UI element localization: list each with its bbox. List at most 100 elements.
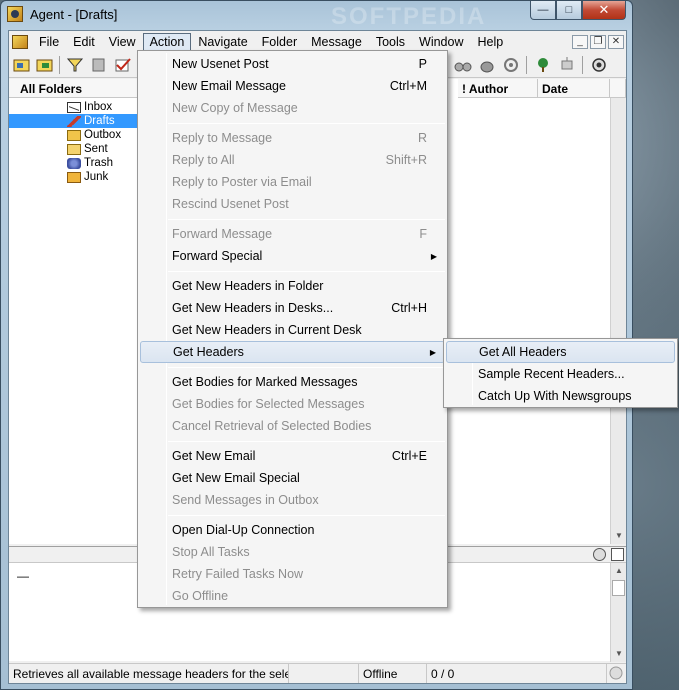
- watermark: SOFTPEDIA: [331, 3, 487, 30]
- settings-icon[interactable]: [589, 55, 609, 75]
- folder-drafts[interactable]: Drafts: [9, 114, 139, 128]
- folder-outbox[interactable]: Outbox: [67, 128, 121, 142]
- outbox-icon: [67, 129, 81, 141]
- minimize-button[interactable]: —: [530, 1, 556, 20]
- folder-pane: All Folders Inbox Drafts Outbox Sent Tra…: [9, 79, 139, 544]
- status-spacer: [289, 664, 359, 683]
- message-list-scrollbar[interactable]: ▼: [610, 98, 626, 544]
- preview-scrollbar[interactable]: ▲ ▼: [610, 563, 626, 662]
- menu-reply-to-poster[interactable]: Reply to Poster via Email: [140, 171, 445, 193]
- scroll-down-icon[interactable]: ▼: [611, 646, 627, 662]
- folder-label: Inbox: [84, 101, 113, 113]
- folder-pane-icon[interactable]: [12, 55, 32, 75]
- menu-new-email-message[interactable]: New Email Message Ctrl+M: [140, 75, 445, 97]
- menu-sample-recent-headers[interactable]: Sample Recent Headers...: [446, 363, 675, 385]
- folder-sent[interactable]: Sent: [67, 142, 108, 156]
- menu-get-new-email-special[interactable]: Get New Email Special: [140, 467, 445, 489]
- folder-pane-header: All Folders: [9, 79, 138, 98]
- menu-go-offline[interactable]: Go Offline: [140, 585, 445, 607]
- title-bar[interactable]: Agent - [Drafts] SOFTPEDIA — □ ✕: [1, 1, 632, 30]
- resize-grip-icon[interactable]: [607, 664, 626, 683]
- agent-app-icon[interactable]: [7, 6, 23, 22]
- menu-retry-failed-tasks[interactable]: Retry Failed Tasks Now: [140, 563, 445, 585]
- menu-stop-all-tasks[interactable]: Stop All Tasks: [140, 541, 445, 563]
- bag-icon[interactable]: [477, 55, 497, 75]
- menu-new-usenet-post[interactable]: New Usenet Post P: [140, 53, 445, 75]
- binoculars-icon[interactable]: [453, 55, 473, 75]
- menu-forward-message[interactable]: Forward Message F: [140, 223, 445, 245]
- menu-new-copy-of-message[interactable]: New Copy of Message: [140, 97, 445, 119]
- desk-icon[interactable]: [35, 55, 55, 75]
- menu-open-dialup[interactable]: Open Dial-Up Connection: [140, 519, 445, 541]
- folder-label: Outbox: [84, 129, 122, 141]
- folder-label: Sent: [84, 143, 108, 155]
- window-title: Agent - [Drafts]: [30, 7, 118, 22]
- coil-icon[interactable]: [501, 55, 521, 75]
- column-date[interactable]: Date: [538, 79, 610, 98]
- menu-cancel-retrieval[interactable]: Cancel Retrieval of Selected Bodies: [140, 415, 445, 437]
- menu-view[interactable]: View: [102, 33, 143, 51]
- filter-icon[interactable]: [65, 55, 85, 75]
- tree-icon[interactable]: [533, 55, 553, 75]
- menu-get-new-email[interactable]: Get New Email Ctrl+E: [140, 445, 445, 467]
- menu-get-bodies-selected[interactable]: Get Bodies for Selected Messages: [140, 393, 445, 415]
- menu-window[interactable]: Window: [412, 33, 470, 51]
- menu-get-all-headers[interactable]: Get All Headers: [446, 341, 675, 363]
- scroll-down-icon[interactable]: ▼: [611, 528, 627, 544]
- column-chooser-button[interactable]: [610, 79, 626, 98]
- folder-trash[interactable]: Trash: [67, 156, 113, 170]
- mdi-restore-button[interactable]: ❐: [590, 34, 606, 49]
- menu-get-headers[interactable]: Get Headers ▶: [140, 341, 445, 363]
- menu-rescind-usenet-post[interactable]: Rescind Usenet Post: [140, 193, 445, 215]
- menu-reply-to-message[interactable]: Reply to Message R: [140, 127, 445, 149]
- preview-scroll-thumb[interactable]: [612, 580, 625, 596]
- status-message: Retrieves all available message headers …: [9, 664, 289, 683]
- menu-get-bodies-marked[interactable]: Get Bodies for Marked Messages: [140, 371, 445, 393]
- menu-help[interactable]: Help: [471, 33, 511, 51]
- folder-junk[interactable]: Junk: [67, 170, 108, 184]
- get-headers-submenu: Get All Headers Sample Recent Headers...…: [443, 338, 678, 408]
- preview-option-icon[interactable]: [593, 548, 606, 561]
- status-count: 0 / 0: [427, 664, 607, 683]
- mdi-minimize-button[interactable]: _: [572, 34, 588, 49]
- check-icon[interactable]: [113, 55, 133, 75]
- menu-reply-to-all[interactable]: Reply to All Shift+R: [140, 149, 445, 171]
- menu-folder[interactable]: Folder: [255, 33, 304, 51]
- menu-edit[interactable]: Edit: [66, 33, 102, 51]
- folder-inbox[interactable]: Inbox: [67, 100, 112, 114]
- scroll-up-icon[interactable]: ▲: [611, 563, 627, 579]
- document-icon[interactable]: [12, 34, 28, 49]
- menu-get-new-headers-folder[interactable]: Get New Headers in Folder: [140, 275, 445, 297]
- trash-icon: [67, 157, 81, 169]
- menu-send-messages-outbox[interactable]: Send Messages in Outbox: [140, 489, 445, 511]
- action-menu: New Usenet Post P New Email Message Ctrl+M…: [137, 50, 448, 608]
- preview-text: —: [17, 569, 29, 583]
- drafts-icon: [67, 115, 81, 127]
- connect-icon[interactable]: [557, 55, 577, 75]
- menu-forward-special[interactable]: Forward Special ▶: [140, 245, 445, 267]
- inbox-icon: [67, 101, 81, 113]
- folder-label: Junk: [84, 171, 109, 183]
- close-button[interactable]: ✕: [582, 1, 626, 20]
- folder-label: Trash: [84, 157, 113, 169]
- menu-bar: File Edit View Action Navigate Folder Me…: [9, 31, 626, 52]
- menu-get-new-headers-desks[interactable]: Get New Headers in Desks... Ctrl+H: [140, 297, 445, 319]
- menu-get-new-headers-current-desk[interactable]: Get New Headers in Current Desk: [140, 319, 445, 341]
- menu-catch-up-newsgroups[interactable]: Catch Up With Newsgroups: [446, 385, 675, 407]
- preview-maximize-button[interactable]: [611, 548, 624, 561]
- status-connection: Offline: [359, 664, 427, 683]
- maximize-button[interactable]: □: [556, 1, 582, 20]
- junk-icon: [67, 171, 81, 183]
- mdi-close-button[interactable]: ✕: [608, 34, 624, 49]
- status-bar: Retrieves all available message headers …: [9, 663, 626, 683]
- menu-navigate[interactable]: Navigate: [191, 33, 254, 51]
- menu-tools[interactable]: Tools: [369, 33, 412, 51]
- sent-icon: [67, 143, 81, 155]
- attach-icon[interactable]: [89, 55, 109, 75]
- menu-file[interactable]: File: [32, 33, 66, 51]
- menu-action[interactable]: Action: [142, 32, 192, 51]
- submenu-arrow-icon: ▶: [429, 347, 436, 357]
- submenu-arrow-icon: ▶: [430, 251, 437, 261]
- menu-message[interactable]: Message: [304, 33, 369, 51]
- column-author[interactable]: ! Author: [458, 79, 538, 98]
